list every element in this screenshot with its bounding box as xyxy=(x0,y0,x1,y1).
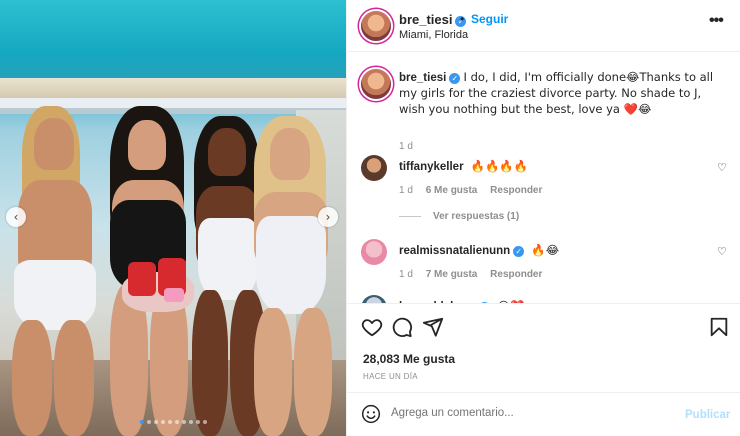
comment-body: tiffanykeller 🔥🔥🔥🔥 xyxy=(399,159,528,173)
post-header: bre_tiesi ✓ • Seguir Miami, Florida ••• xyxy=(347,0,740,52)
person-figure-1 xyxy=(4,100,104,436)
carousel-prev-button[interactable]: ‹ xyxy=(6,207,26,227)
carousel-dot xyxy=(203,420,207,424)
carousel-dot xyxy=(154,420,158,424)
comment-like-heart-icon[interactable]: ♡ xyxy=(717,161,727,174)
reply-button[interactable]: Responder xyxy=(490,269,542,280)
carousel-dot xyxy=(175,420,179,424)
caption-time: 1 d xyxy=(399,141,413,152)
beach-background xyxy=(0,78,346,100)
replies-line xyxy=(399,215,421,217)
comment-username[interactable]: realmissnatalienunn xyxy=(399,245,510,257)
post-actions: 28,083 Me gusta HACE UN DÍA xyxy=(347,303,740,391)
likes-count[interactable]: 28,083 Me gusta xyxy=(363,352,455,366)
verified-icon: ✓ xyxy=(449,73,461,84)
caption-username[interactable]: bre_tiesi xyxy=(399,72,446,84)
header-separator: • xyxy=(460,12,465,26)
comment-avatar[interactable] xyxy=(361,295,387,303)
post-photo[interactable]: ‹ › xyxy=(0,0,346,436)
comment-text: 🔥🔥🔥🔥 xyxy=(470,159,529,173)
view-replies-button[interactable]: Ver respuestas (1) xyxy=(399,211,519,222)
comment-body: realmissnatalienunn ✓ 🔥😂 xyxy=(399,243,559,257)
caption-avatar[interactable] xyxy=(361,69,391,99)
comment-meta: 1 d 7 Me gusta Responder xyxy=(399,269,552,280)
post-timestamp: HACE UN DÍA xyxy=(363,372,418,381)
post-username-row[interactable]: bre_tiesi ✓ xyxy=(399,12,467,27)
carousel-dot xyxy=(182,420,186,424)
emoji-smile-icon[interactable] xyxy=(361,404,381,424)
comment-avatar[interactable] xyxy=(361,155,387,181)
comment-input[interactable] xyxy=(391,407,631,419)
post-location[interactable]: Miami, Florida xyxy=(399,29,468,41)
carousel-dot xyxy=(140,420,144,424)
carousel-dot xyxy=(196,420,200,424)
like-heart-icon[interactable] xyxy=(361,316,383,338)
carousel-dot xyxy=(189,420,193,424)
carousel-dot xyxy=(147,420,151,424)
ocean-background xyxy=(0,0,346,90)
comment-time: 1 d xyxy=(399,185,413,196)
carousel-next-button[interactable]: › xyxy=(318,207,338,227)
comment-username[interactable]: tiffanykeller xyxy=(399,161,464,173)
reply-button[interactable]: Responder xyxy=(490,185,542,196)
view-replies-label[interactable]: Ver respuestas (1) xyxy=(433,211,519,222)
comment-like-heart-icon[interactable]: ♡ xyxy=(717,245,727,258)
comments-section: bre_tiesi ✓ I do, I did, I'm officially d… xyxy=(347,53,740,303)
comment-bubble-icon[interactable] xyxy=(391,316,413,338)
post-username[interactable]: bre_tiesi xyxy=(399,12,452,27)
verified-icon: ✓ xyxy=(513,246,525,257)
share-paper-plane-icon[interactable] xyxy=(422,316,444,338)
carousel-dot xyxy=(168,420,172,424)
comment-avatar[interactable] xyxy=(361,239,387,265)
post-comment-button[interactable]: Publicar xyxy=(685,409,730,421)
add-comment-bar: Publicar xyxy=(347,392,740,436)
comment-text: 🔥😂 xyxy=(531,243,560,257)
avatar[interactable] xyxy=(361,11,391,41)
save-bookmark-icon[interactable] xyxy=(708,316,730,338)
comment-likes[interactable]: 7 Me gusta xyxy=(426,269,478,280)
person-figure-4 xyxy=(244,112,340,436)
post-side-panel: bre_tiesi ✓ • Seguir Miami, Florida ••• b… xyxy=(346,0,740,436)
comment-time: 1 d xyxy=(399,269,413,280)
carousel-dots xyxy=(140,420,207,424)
comment-meta: 1 d 6 Me gusta Responder xyxy=(399,185,552,196)
follow-button[interactable]: Seguir xyxy=(471,12,508,26)
more-options-icon[interactable]: ••• xyxy=(709,12,724,30)
caption-text-block: bre_tiesi ✓ I do, I did, I'm officially d… xyxy=(399,70,719,118)
comment-likes[interactable]: 6 Me gusta xyxy=(426,185,478,196)
carousel-dot xyxy=(161,420,165,424)
